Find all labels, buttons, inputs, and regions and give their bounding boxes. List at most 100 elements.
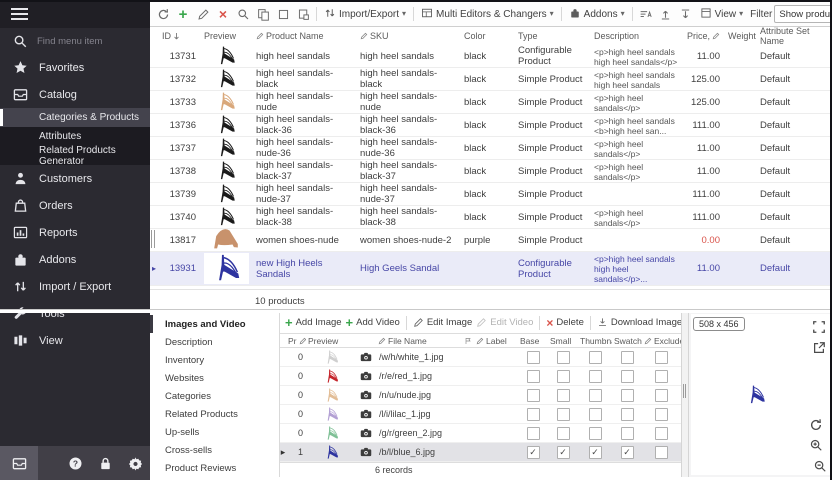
menu-toggle-button[interactable] [0, 0, 150, 28]
column-header-id[interactable]: ID [158, 27, 200, 45]
product-row[interactable]: 13736 high heel sandals-black-36 high he… [150, 114, 832, 137]
tab-product-reviews[interactable]: Product Reviews [150, 459, 279, 477]
thumbnail-checkbox[interactable] [589, 427, 602, 440]
column-header-weight[interactable]: Weight [724, 27, 756, 45]
swatch-checkbox[interactable] [621, 370, 634, 383]
sidebar-subitem-related-products-generator[interactable]: Related Products Generator [0, 146, 150, 165]
column-header-base[interactable]: Base [518, 334, 548, 347]
tab-cross-sells[interactable]: Cross-sells [150, 441, 279, 459]
sidebar-item-favorites[interactable]: Favorites [0, 54, 150, 81]
column-header-exclude[interactable]: Exclude [642, 334, 681, 347]
sidebar-item-tools[interactable]: Tools [0, 300, 150, 327]
fullscreen-icon[interactable] [811, 319, 827, 335]
column-header-color[interactable]: Color [460, 27, 514, 45]
sidebar-subitem-attributes[interactable]: Attributes [0, 127, 150, 146]
swatch-checkbox[interactable] [621, 408, 634, 421]
swatch-checkbox[interactable] [621, 446, 634, 459]
add-video-button[interactable]: +Add Video [346, 315, 400, 330]
image-row[interactable]: 0 /n/u/nude.jpg [280, 386, 681, 405]
delete-product-button[interactable]: × [214, 5, 232, 23]
column-header-name[interactable]: Product Name [252, 27, 356, 45]
zoom-in-icon[interactable] [808, 437, 824, 453]
multi-editors-menu[interactable]: Multi Editors & Changers▾ [418, 7, 557, 22]
tab-description[interactable]: Description [150, 333, 279, 351]
column-header-attribute-set[interactable]: Attribute Set Name [756, 27, 832, 45]
thumbnail-checkbox[interactable] [589, 351, 602, 364]
sidebar-item-customers[interactable]: Customers [0, 165, 150, 192]
sidebar-search[interactable] [0, 28, 150, 54]
product-row[interactable]: 13739 high heel sandals-nude-37 high hee… [150, 183, 832, 206]
tab-inventory[interactable]: Inventory [150, 351, 279, 369]
sidebar-item-orders[interactable]: Orders [0, 192, 150, 219]
sidebar-item-addons[interactable]: Addons [0, 246, 150, 273]
column-header-sku[interactable]: SKU [356, 27, 460, 45]
sidebar-search-input[interactable] [35, 35, 139, 48]
tab-categories[interactable]: Categories [150, 387, 279, 405]
edit-video-button[interactable]: Edit Video [476, 317, 533, 328]
row-expand-arrow[interactable] [150, 68, 158, 90]
thumbnail-checkbox[interactable] [589, 370, 602, 383]
find-button[interactable] [234, 5, 252, 23]
edit-product-button[interactable] [194, 5, 212, 23]
sidebar-item-reports[interactable]: Reports [0, 219, 150, 246]
small-checkbox[interactable] [557, 351, 570, 364]
exclude-checkbox[interactable] [655, 351, 668, 364]
row-expand-arrow[interactable] [150, 137, 158, 159]
sidebar-item-catalog[interactable]: Catalog [0, 81, 150, 108]
thumbnail-checkbox[interactable] [589, 389, 602, 402]
small-checkbox[interactable] [557, 370, 570, 383]
small-checkbox[interactable] [557, 446, 570, 459]
product-row[interactable]: 13740 high heel sandals-black-38 high he… [150, 206, 832, 229]
thumbnail-checkbox[interactable] [589, 446, 602, 459]
column-header-img-preview[interactable]: Preview [306, 334, 356, 347]
base-checkbox[interactable] [527, 446, 540, 459]
row-expand-arrow[interactable] [150, 114, 158, 136]
copy-button[interactable] [254, 5, 272, 23]
column-header-pr[interactable]: Pr [286, 334, 306, 347]
exclude-checkbox[interactable] [655, 370, 668, 383]
small-checkbox[interactable] [557, 408, 570, 421]
collapse-rows-button[interactable] [677, 5, 695, 23]
row-expand-arrow[interactable] [150, 91, 158, 113]
refresh-button[interactable] [154, 5, 172, 23]
lock-icon[interactable] [90, 446, 120, 480]
row-expand-arrow[interactable] [150, 206, 158, 228]
sidebar-item-import-export[interactable]: Import / Export [0, 273, 150, 300]
open-external-icon[interactable] [811, 340, 827, 356]
zoom-out-icon[interactable] [812, 458, 828, 474]
edit-image-button[interactable]: Edit Image [413, 317, 472, 328]
product-row[interactable]: 13733 high heel sandals-nude high heel s… [150, 91, 832, 114]
sort-az-button[interactable] [637, 5, 655, 23]
base-checkbox[interactable] [527, 427, 540, 440]
panel-resize-handle[interactable] [681, 312, 689, 477]
base-checkbox[interactable] [527, 351, 540, 364]
add-image-button[interactable]: +Add Image [285, 315, 342, 330]
swatch-checkbox[interactable] [621, 427, 634, 440]
sidebar-subitem-categories-products[interactable]: Categories & Products [0, 108, 150, 127]
image-row[interactable]: 0 /w/h/white_1.jpg [280, 348, 681, 367]
exclude-checkbox[interactable] [655, 427, 668, 440]
product-row[interactable]: 13732 high heel sandals-black high heel … [150, 68, 832, 91]
expand-rows-button[interactable] [657, 5, 675, 23]
column-header-thumbnail[interactable]: Thumbna [578, 334, 612, 347]
row-expand-arrow[interactable]: ▸ [150, 252, 158, 285]
help-icon[interactable]: ? [60, 446, 90, 480]
exclude-checkbox[interactable] [655, 389, 668, 402]
image-row[interactable]: 0 /l/i/lilac_1.jpg [280, 405, 681, 424]
import-export-menu[interactable]: Import/Export▾ [321, 7, 409, 22]
column-header-price[interactable]: Price, [682, 27, 724, 45]
column-header-description[interactable]: Description [590, 27, 682, 45]
column-header-swatch[interactable]: Swatch [612, 334, 642, 347]
tab-websites[interactable]: Websites [150, 369, 279, 387]
base-checkbox[interactable] [527, 389, 540, 402]
exclude-checkbox[interactable] [655, 408, 668, 421]
exclude-checkbox[interactable] [655, 446, 668, 459]
filter-select[interactable]: Show products from selected categories ▾ [774, 5, 832, 23]
column-header-file-name[interactable]: File Name [376, 334, 462, 347]
rotate-icon[interactable] [808, 417, 824, 433]
product-row[interactable]: 13817 women shoes-nude women shoes-nude-… [150, 229, 832, 252]
tab-related-products[interactable]: Related Products [150, 405, 279, 423]
swatch-checkbox[interactable] [621, 351, 634, 364]
sidebar-resize-handle[interactable] [151, 230, 155, 248]
product-row[interactable]: 13737 high heel sandals-nude-36 high hee… [150, 137, 832, 160]
